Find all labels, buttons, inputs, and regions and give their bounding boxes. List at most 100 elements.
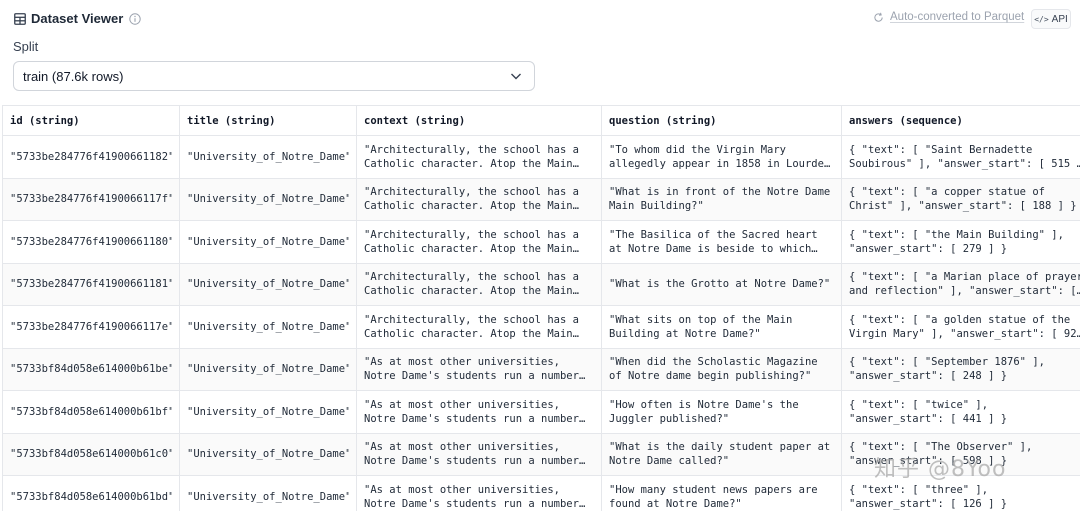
id-cell[interactable]: "5733be284776f41900661181" bbox=[2, 262, 180, 306]
context-cell-text: "As at most other universities, Notre Da… bbox=[364, 483, 579, 510]
answers-cell[interactable]: { "text": [ "a golden statue of the Virg… bbox=[841, 305, 1080, 349]
table-row: "5733be284776f41900661180" "University_of… bbox=[2, 220, 1080, 264]
answers-cell[interactable]: { "text": [ "twice" ], "answer_start": [… bbox=[841, 390, 1080, 434]
answers-cell-text: { "text": [ "The Observer" ], "answer_st… bbox=[849, 441, 1033, 468]
context-cell-text: "Architecturally, the school has a Catho… bbox=[364, 313, 579, 340]
context-cell[interactable]: "Architecturally, the school has a Catho… bbox=[356, 262, 602, 306]
title-cell-text: "University_of_Notre_Dame" bbox=[187, 235, 349, 248]
title-cell[interactable]: "University_of_Notre_Dame" bbox=[179, 135, 357, 179]
api-button[interactable]: </> API bbox=[1031, 9, 1071, 29]
column-header-title[interactable]: title (string) bbox=[179, 105, 357, 136]
title-cell[interactable]: "University_of_Notre_Dame" bbox=[179, 390, 357, 434]
question-cell[interactable]: "When did the Scholastic Magazine of Not… bbox=[601, 347, 842, 391]
context-cell[interactable]: "As at most other universities, Notre Da… bbox=[356, 347, 602, 391]
column-header-id[interactable]: id (string) bbox=[2, 105, 180, 136]
id-cell-text: "5733be284776f4190066117e" bbox=[10, 320, 172, 333]
question-cell-text: "The Basilica of the Sacred heart at Not… bbox=[609, 228, 818, 255]
info-icon[interactable] bbox=[129, 12, 141, 25]
context-cell-text: "As at most other universities, Notre Da… bbox=[364, 356, 579, 383]
column-header-answers[interactable]: answers (sequence) bbox=[841, 105, 1080, 136]
answers-cell-text: { "text": [ "September 1876" ], "answer_… bbox=[849, 356, 1045, 383]
id-cell[interactable]: "5733be284776f41900661180" bbox=[2, 220, 180, 264]
context-cell[interactable]: "Architecturally, the school has a Catho… bbox=[356, 305, 602, 349]
refresh-icon bbox=[874, 12, 883, 22]
table-row: "5733be284776f41900661182" "University_of… bbox=[2, 135, 1080, 179]
answers-cell-text: { "text": [ "a copper statue of Christ" … bbox=[849, 186, 1077, 213]
question-cell[interactable]: "To whom did the Virgin Mary allegedly a… bbox=[601, 135, 842, 179]
answers-cell[interactable]: { "text": [ "three" ], "answer_start": [… bbox=[841, 475, 1080, 511]
column-header-context[interactable]: context (string) bbox=[356, 105, 602, 136]
answers-cell-text: { "text": [ "Saint Bernadette Soubirous"… bbox=[849, 143, 1080, 170]
dataset-viewer: Dataset Viewer Auto-converted to Parquet… bbox=[0, 0, 1080, 511]
id-cell-text: "5733bf84d058e614000b61be" bbox=[10, 363, 172, 376]
title-cell-text: "University_of_Notre_Dame" bbox=[187, 320, 349, 333]
table-row: "5733be284776f41900661181" "University_of… bbox=[2, 262, 1080, 306]
title-cell-text: "University_of_Notre_Dame" bbox=[187, 193, 349, 206]
id-cell[interactable]: "5733be284776f4190066117e" bbox=[2, 305, 180, 349]
question-cell[interactable]: "What is the Grotto at Notre Dame?" bbox=[601, 262, 842, 306]
id-cell[interactable]: "5733bf84d058e614000b61bf" bbox=[2, 390, 180, 434]
answers-cell[interactable]: { "text": [ "Saint Bernadette Soubirous"… bbox=[841, 135, 1080, 179]
column-header-question[interactable]: question (string) bbox=[601, 105, 842, 136]
context-cell-text: "As at most other universities, Notre Da… bbox=[364, 398, 579, 425]
split-label: Split bbox=[13, 39, 39, 54]
answers-cell-text: { "text": [ "the Main Building" ], "answ… bbox=[849, 228, 1064, 255]
question-cell-text: "What sits on top of the Main Building a… bbox=[609, 313, 793, 340]
title-cell[interactable]: "University_of_Notre_Dame" bbox=[179, 432, 357, 476]
title-cell-text: "University_of_Notre_Dame" bbox=[187, 363, 349, 376]
dataset-table: id (string) title (string) context (stri… bbox=[2, 105, 1080, 511]
split-select[interactable]: train (87.6k rows) bbox=[13, 61, 535, 91]
answers-cell[interactable]: { "text": [ "a copper statue of Christ" … bbox=[841, 177, 1080, 221]
answers-cell[interactable]: { "text": [ "the Main Building" ], "answ… bbox=[841, 220, 1080, 264]
answers-cell-text: { "text": [ "twice" ], "answer_start": [… bbox=[849, 398, 1008, 425]
answers-cell[interactable]: { "text": [ "The Observer" ], "answer_st… bbox=[841, 432, 1080, 476]
question-cell[interactable]: "What sits on top of the Main Building a… bbox=[601, 305, 842, 349]
split-selected-value: train (87.6k rows) bbox=[23, 68, 124, 84]
context-cell-text: "Architecturally, the school has a Catho… bbox=[364, 271, 579, 298]
question-cell-text: "When did the Scholastic Magazine of Not… bbox=[609, 356, 818, 383]
title-cell[interactable]: "University_of_Notre_Dame" bbox=[179, 220, 357, 264]
parquet-conversion: Auto-converted to Parquet bbox=[873, 11, 1024, 23]
id-cell-text: "5733bf84d058e614000b61c0" bbox=[10, 448, 172, 461]
context-cell[interactable]: "As at most other universities, Notre Da… bbox=[356, 475, 602, 511]
id-cell[interactable]: "5733be284776f41900661182" bbox=[2, 135, 180, 179]
context-cell[interactable]: "As at most other universities, Notre Da… bbox=[356, 432, 602, 476]
id-cell[interactable]: "5733be284776f4190066117f" bbox=[2, 177, 180, 221]
question-cell[interactable]: "How many student news papers are found … bbox=[601, 475, 842, 511]
question-cell[interactable]: "What is in front of the Notre Dame Main… bbox=[601, 177, 842, 221]
id-cell[interactable]: "5733bf84d058e614000b61c0" bbox=[2, 432, 180, 476]
id-cell-text: "5733bf84d058e614000b61bf" bbox=[10, 405, 172, 418]
answers-cell[interactable]: { "text": [ "September 1876" ], "answer_… bbox=[841, 347, 1080, 391]
question-cell-text: "What is the Grotto at Notre Dame?" bbox=[609, 278, 831, 291]
title-cell-text: "University_of_Notre_Dame" bbox=[187, 490, 349, 503]
id-cell[interactable]: "5733bf84d058e614000b61be" bbox=[2, 347, 180, 391]
id-cell-text: "5733be284776f41900661181" bbox=[10, 278, 172, 291]
question-cell[interactable]: "How often is Notre Dame's the Juggler p… bbox=[601, 390, 842, 434]
title-cell-text: "University_of_Notre_Dame" bbox=[187, 150, 349, 163]
title-cell-text: "University_of_Notre_Dame" bbox=[187, 278, 349, 291]
question-cell[interactable]: "What is the daily student paper at Notr… bbox=[601, 432, 842, 476]
title-cell-text: "University_of_Notre_Dame" bbox=[187, 448, 349, 461]
table-row: "5733bf84d058e614000b61bd" "University_of… bbox=[2, 475, 1080, 511]
title-cell[interactable]: "University_of_Notre_Dame" bbox=[179, 347, 357, 391]
context-cell[interactable]: "Architecturally, the school has a Catho… bbox=[356, 177, 602, 221]
id-cell[interactable]: "5733bf84d058e614000b61bd" bbox=[2, 475, 180, 511]
chevron-down-icon bbox=[511, 73, 521, 80]
context-cell[interactable]: "As at most other universities, Notre Da… bbox=[356, 390, 602, 434]
title-cell[interactable]: "University_of_Notre_Dame" bbox=[179, 262, 357, 306]
viewer-title-group: Dataset Viewer bbox=[14, 11, 141, 26]
code-icon: </> bbox=[1034, 14, 1049, 24]
context-cell-text: "Architecturally, the school has a Catho… bbox=[364, 186, 579, 213]
question-cell[interactable]: "The Basilica of the Sacred heart at Not… bbox=[601, 220, 842, 264]
answers-cell[interactable]: { "text": [ "a Marian place of prayer an… bbox=[841, 262, 1080, 306]
context-cell[interactable]: "Architecturally, the school has a Catho… bbox=[356, 135, 602, 179]
auto-converted-link[interactable]: Auto-converted to Parquet bbox=[890, 11, 1024, 23]
question-cell-text: "What is the daily student paper at Notr… bbox=[609, 441, 831, 468]
title-cell[interactable]: "University_of_Notre_Dame" bbox=[179, 475, 357, 511]
context-cell[interactable]: "Architecturally, the school has a Catho… bbox=[356, 220, 602, 264]
title-cell[interactable]: "University_of_Notre_Dame" bbox=[179, 177, 357, 221]
id-cell-text: "5733bf84d058e614000b61bd" bbox=[10, 490, 172, 503]
title-cell[interactable]: "University_of_Notre_Dame" bbox=[179, 305, 357, 349]
table-header-row: id (string) title (string) context (stri… bbox=[2, 105, 1080, 136]
context-cell-text: "As at most other universities, Notre Da… bbox=[364, 441, 579, 468]
